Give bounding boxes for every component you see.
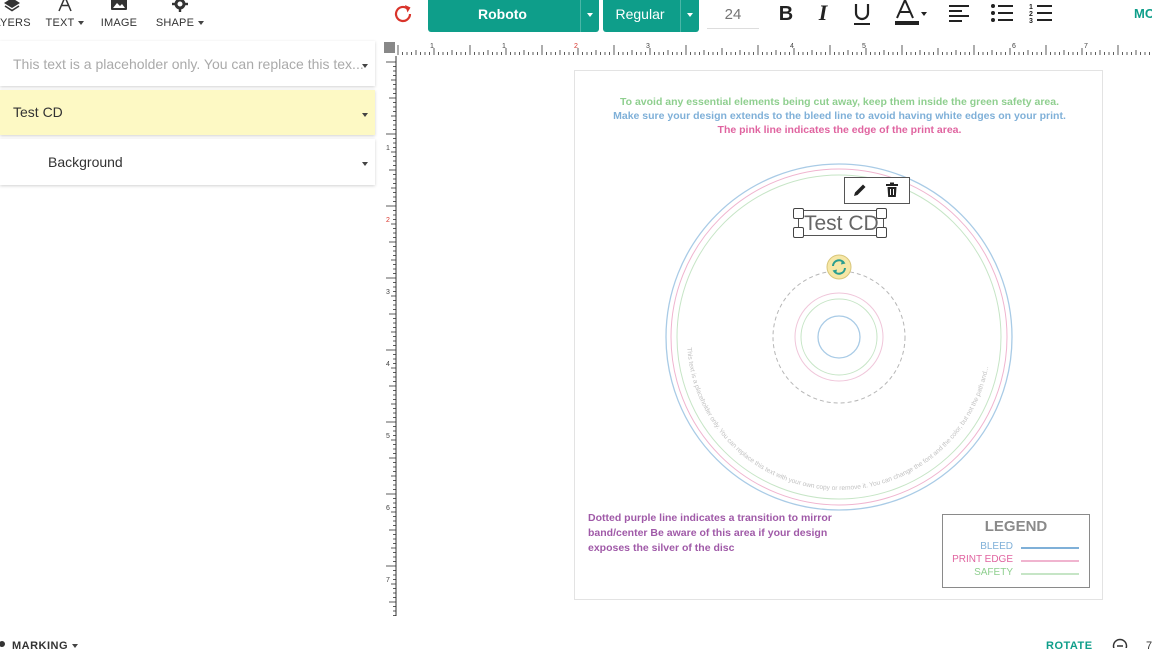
legend-print-edge-label: PRINT EDGE	[952, 554, 1013, 565]
ruler-left-label: 4	[386, 361, 390, 368]
layers-tool[interactable]: AYERS	[0, 0, 32, 36]
font-family-value: Roboto	[478, 6, 527, 22]
marking-label: MARKING	[12, 640, 69, 652]
layers-tool-label: AYERS	[0, 17, 31, 29]
text-tool[interactable]: TEXT	[44, 0, 86, 36]
font-family-select[interactable]: Roboto	[428, 0, 599, 32]
image-tool-label: IMAGE	[100, 17, 138, 29]
ruler-top-label: 2	[574, 43, 578, 50]
ruler-vertical: 1 2 3 4 5 6 7	[386, 56, 397, 616]
selected-text-box[interactable]: Test CD	[798, 210, 884, 236]
layers-icon	[4, 0, 20, 12]
bold-icon[interactable]: B	[772, 0, 800, 30]
more-menu-label[interactable]: MC	[1134, 6, 1152, 21]
layer-item-label: Test CD	[13, 104, 63, 120]
image-tool[interactable]: IMAGE	[100, 0, 138, 36]
legend-title: LEGEND	[984, 518, 1048, 535]
element-actions-popover	[844, 177, 910, 204]
font-weight-caret-icon	[687, 13, 693, 17]
font-weight-value: Regular	[615, 6, 665, 22]
resize-handle[interactable]	[876, 227, 887, 238]
ruler-left-label: 7	[386, 577, 390, 584]
legend-safety-label: SAFETY	[974, 567, 1013, 578]
top-toolbar: AYERS TEXT IMAGE SHAPE Roboto Regular B …	[0, 0, 1152, 40]
text-tool-caret-icon	[78, 21, 85, 26]
ruler-top-label: 7	[1084, 43, 1088, 50]
delete-trash-icon[interactable]	[885, 182, 899, 198]
design-canvas[interactable]: To avoid any essential elements being cu…	[574, 70, 1103, 600]
layer-dropdown-icon[interactable]	[362, 162, 368, 166]
edit-pencil-icon[interactable]	[852, 182, 868, 198]
text-tool-label: TEXT	[45, 17, 75, 29]
legend-bleed-line	[1021, 547, 1079, 549]
rotate-handle-icon[interactable]	[826, 254, 852, 280]
ruler-top-label: 3	[646, 43, 650, 50]
zoom-value: 7	[1146, 640, 1152, 652]
ruler-left-label: 3	[386, 289, 390, 296]
resize-handle[interactable]	[793, 227, 804, 238]
font-size-input[interactable]	[707, 0, 759, 29]
svg-text:I: I	[818, 0, 829, 25]
center-hole-circle	[817, 315, 861, 359]
font-weight-select[interactable]: Regular	[603, 0, 699, 32]
ruler-corner	[384, 42, 395, 53]
ruler-left-label: 6	[386, 505, 390, 512]
align-left-icon[interactable]	[945, 0, 973, 30]
mirror-band-dotted-circle	[772, 270, 906, 404]
shape-tool-caret-icon	[198, 21, 205, 26]
shape-gear-icon	[172, 0, 188, 12]
text-color-icon[interactable]	[892, 0, 932, 30]
italic-icon[interactable]: I	[809, 0, 837, 30]
legend-safety-line	[1021, 573, 1079, 575]
ruler-top-label: 1	[502, 43, 506, 50]
ruler-left-label: 5	[386, 433, 390, 440]
layer-item-test-cd[interactable]: Test CD	[0, 90, 375, 135]
mirror-band-note: Dotted purple line indicates a transitio…	[588, 512, 832, 554]
layer-item-background[interactable]: Background	[0, 139, 375, 185]
legend-box: LEGEND BLEED PRINT EDGE SAFETY	[942, 514, 1090, 588]
svg-text:3: 3	[1029, 18, 1033, 25]
zoom-out-icon[interactable]	[1112, 638, 1128, 648]
selected-text-content: Test CD	[804, 212, 879, 235]
marking-caret-icon	[72, 644, 79, 649]
layer-dropdown-icon[interactable]	[362, 112, 368, 117]
ruler-top-label: 1	[430, 43, 434, 50]
svg-text:1: 1	[1029, 4, 1033, 11]
numbered-list-icon[interactable]: 123	[1027, 0, 1055, 30]
svg-text:2: 2	[1029, 11, 1033, 18]
svg-text:B: B	[779, 3, 793, 25]
refresh-icon[interactable]	[392, 3, 414, 25]
ruler-top-label: 6	[1012, 43, 1016, 50]
rotate-button[interactable]: ROTATE	[1046, 640, 1093, 652]
legend-bleed-label: BLEED	[980, 541, 1013, 552]
curved-placeholder-text: This text is a placeholder only. You can…	[685, 347, 990, 492]
underline-icon[interactable]	[848, 0, 876, 30]
layer-item-label: This text is a placeholder only. You can…	[13, 56, 364, 72]
resize-handle[interactable]	[793, 208, 804, 219]
legend-print-edge-line	[1021, 560, 1079, 562]
ruler-left-label: 2	[386, 217, 390, 224]
resize-handle[interactable]	[876, 208, 887, 219]
ruler-top-label: 4	[790, 43, 794, 50]
marking-menu[interactable]: MARKING	[12, 640, 79, 652]
layer-item-placeholder-text[interactable]: This text is a placeholder only. You can…	[0, 41, 375, 86]
marking-icon	[0, 641, 5, 647]
shape-tool[interactable]: SHAPE	[154, 0, 206, 36]
text-icon	[58, 0, 72, 12]
ruler-left-label: 1	[386, 145, 390, 152]
bullet-list-icon[interactable]	[988, 0, 1016, 30]
layer-dropdown-icon[interactable]	[362, 63, 368, 68]
font-family-caret-icon	[587, 13, 593, 17]
layer-item-label: Background	[48, 154, 123, 170]
ruler-horizontal: 1 1 2 3 4 5 6 7	[384, 42, 1150, 55]
ruler-top-label: 5	[862, 43, 866, 50]
image-icon	[111, 0, 127, 10]
shape-tool-label: SHAPE	[155, 17, 195, 29]
